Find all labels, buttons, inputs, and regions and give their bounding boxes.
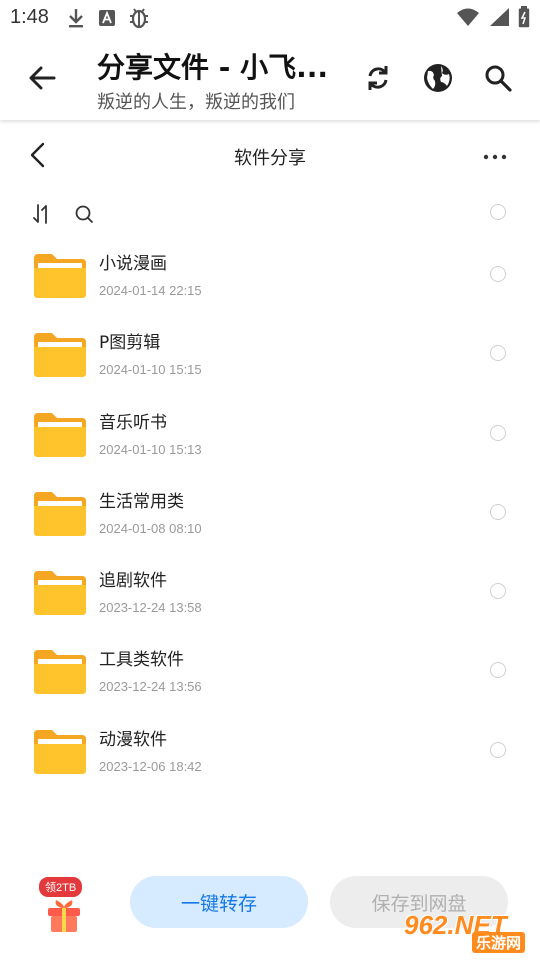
file-date: 2024-01-14 22:15 [99, 283, 202, 298]
list-item[interactable]: 音乐听书 2024-01-10 15:13 [0, 395, 540, 474]
select-radio[interactable] [490, 424, 506, 441]
file-date: 2023-12-24 13:56 [99, 679, 202, 695]
list-search-button[interactable] [72, 202, 96, 226]
download-icon [69, 9, 83, 28]
search-button[interactable] [478, 58, 518, 98]
list-item[interactable]: 生活常用类 2024-01-08 08:10 [0, 474, 540, 553]
file-name: 生活常用类 [99, 491, 184, 512]
list-item[interactable]: P图剪辑 2024-01-10 15:15 [0, 315, 540, 394]
select-radio[interactable] [490, 503, 506, 520]
share-title: 软件分享 [234, 148, 306, 169]
folder-icon [34, 650, 86, 695]
file-date: 2024-01-10 15:13 [99, 441, 202, 457]
watermark-sub: 乐游网 [472, 932, 526, 953]
select-radio[interactable] [490, 741, 506, 758]
file-name: 工具类软件 [99, 650, 184, 671]
wifi-icon [457, 8, 479, 26]
globe-icon [424, 64, 452, 92]
gift-badge[interactable]: 领2TB [39, 877, 83, 897]
more-button[interactable] [478, 140, 512, 174]
notification-icons [66, 6, 150, 30]
file-date: 2023-12-24 13:58 [99, 600, 202, 616]
status-bar: 1:48 [0, 0, 540, 38]
folder-icon [34, 729, 86, 774]
file-date: 2023-12-06 18:42 [99, 758, 202, 774]
select-radio[interactable] [490, 583, 506, 600]
more-dots-icon [483, 154, 507, 160]
list-toolbar [0, 194, 540, 234]
gift-icon[interactable] [44, 898, 84, 934]
select-all-radio[interactable] [490, 204, 506, 220]
list-item[interactable]: 追剧软件 2023-12-24 13:58 [0, 553, 540, 632]
file-name: 小说漫画 [99, 254, 167, 274]
page-subtitle: 叛逆的人生，叛逆的我们 [97, 92, 295, 113]
save-one-click-button[interactable]: 一键转存 [130, 876, 308, 928]
file-name: P图剪辑 [99, 333, 161, 354]
refresh-button[interactable] [358, 58, 398, 98]
share-page-nav: 软件分享 [0, 122, 540, 188]
search-icon [75, 205, 93, 223]
folder-icon [34, 254, 86, 298]
signal-icon [490, 8, 509, 26]
sort-button[interactable] [30, 202, 54, 226]
sort-icon [33, 204, 47, 224]
select-radio[interactable] [490, 345, 506, 362]
select-radio[interactable] [490, 662, 506, 679]
arrow-left-icon [29, 66, 56, 90]
list-item[interactable]: 小说漫画 2024-01-14 22:15 [0, 236, 540, 315]
folder-icon [34, 412, 86, 457]
app-header: 分享文件 - 小飞... 叛逆的人生，叛逆的我们 [0, 38, 540, 120]
battery-icon [518, 6, 530, 28]
file-name: 追剧软件 [99, 571, 167, 592]
list-item[interactable]: 动漫软件 2023-12-06 18:42 [0, 712, 540, 791]
file-list: 小说漫画 2024-01-14 22:15 P图剪辑 2024-01-10 15… [0, 236, 540, 791]
folder-icon [34, 571, 86, 616]
file-date: 2024-01-10 15:15 [99, 362, 202, 378]
app-a-icon [99, 10, 115, 26]
status-time: 1:48 [10, 6, 49, 28]
page-title: 分享文件 - 小飞... [97, 51, 329, 84]
file-date: 2024-01-08 08:10 [99, 520, 202, 536]
bug-icon [130, 8, 148, 29]
watermark-logo: 962.NET 乐游网 [400, 908, 536, 958]
back-button[interactable] [22, 58, 62, 98]
folder-icon [34, 333, 86, 378]
system-icons [456, 6, 530, 28]
select-radio[interactable] [490, 266, 506, 282]
refresh-icon [368, 66, 388, 90]
list-item[interactable]: 工具类软件 2023-12-24 13:56 [0, 632, 540, 711]
folder-icon [34, 491, 86, 536]
search-icon [485, 65, 512, 92]
globe-button[interactable] [418, 58, 458, 98]
file-name: 音乐听书 [99, 412, 167, 433]
file-name: 动漫软件 [99, 729, 167, 750]
